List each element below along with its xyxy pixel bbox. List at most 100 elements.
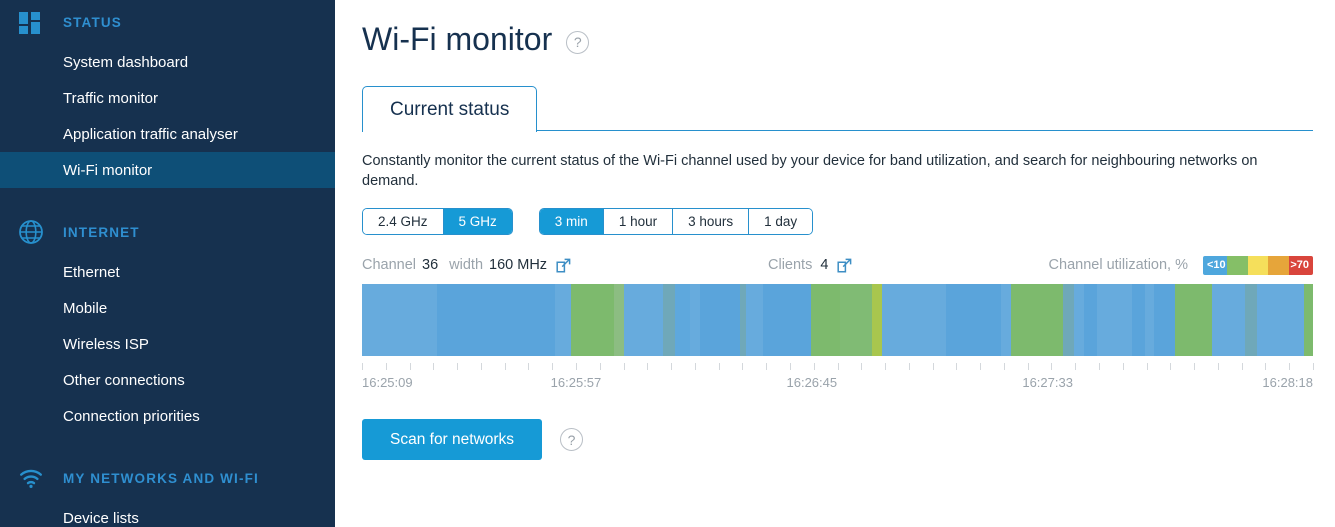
sidebar-item-system-dashboard[interactable]: System dashboard [0,44,335,80]
tab-bar: Current status [362,86,1313,132]
sidebar-item-label: Traffic monitor [63,89,159,107]
sidebar-item-label: Mobile [63,299,108,317]
tick-mark [766,363,768,370]
legend-label: Channel utilization, % [1048,257,1188,273]
utilization-legend: Channel utilization, % <10 >70 [1048,255,1313,275]
legend-segment-4 [1268,255,1289,275]
tick-mark [837,363,839,370]
tick-mark [457,363,459,370]
tab-current-status[interactable]: Current status [362,86,538,132]
legend-segment-low: <10 [1203,255,1228,275]
app-root: STATUS System dashboard Traffic monitor … [0,0,1335,527]
sidebar-item-wifi-monitor[interactable]: Wi-Fi monitor [0,152,335,188]
chart-band [689,284,700,356]
scan-row: Scan for networks ? [362,419,1313,460]
sidebar-item-label: Other connections [63,371,185,389]
band-option-5ghz[interactable]: 5 GHz [443,209,512,234]
chart-band [1010,284,1033,356]
chart-band-strip[interactable] [362,284,1313,356]
chart-band [746,284,764,356]
sidebar-item-application-traffic-analyser[interactable]: Application traffic analyser [0,116,335,152]
chart-band [1257,284,1304,356]
clients-label: Clients [768,257,813,273]
channel-external-link-icon[interactable] [556,258,571,273]
x-axis-tick-label: 16:27:33 [1022,375,1073,390]
globe-icon [18,219,44,245]
band-selector: 2.4 GHz 5 GHz [362,208,513,235]
tick-mark [1194,363,1196,370]
legend-segment-high: >70 [1288,255,1313,275]
page-header: Wi-Fi monitor ? [362,0,1313,59]
scan-help-icon[interactable]: ? [560,428,584,451]
sidebar-item-wireless-isp[interactable]: Wireless ISP [0,326,335,362]
channel-value: 36 [422,257,439,273]
chart-band [624,284,664,356]
range-option-3-min[interactable]: 3 min [539,209,604,234]
chart-band [1132,284,1146,356]
clients-external-link-icon[interactable] [837,258,852,273]
chart-band [1211,284,1246,356]
range-selector: 3 min 1 hour 3 hours 1 day [538,208,814,235]
tick-mark [1289,363,1291,370]
chart-band [872,284,882,356]
tick-mark [1099,363,1101,370]
sidebar-item-traffic-monitor[interactable]: Traffic monitor [0,80,335,116]
tick-mark [623,363,625,370]
tick-mark [671,363,673,370]
tick-mark [1146,363,1148,370]
tick-mark [647,363,649,370]
chart-band [1063,284,1075,356]
chart-band [1175,284,1212,356]
x-axis-tick-label: 16:25:09 [362,375,413,390]
range-option-1-hour[interactable]: 1 hour [603,209,674,234]
sidebar-group-title-my-networks: MY NETWORKS AND WI-FI [63,470,259,486]
chart-band [1245,284,1258,356]
chart-band [613,284,625,356]
tick-mark [885,363,887,370]
chart-x-axis-labels: 16:25:09 16:25:57 16:26:45 16:27:33 16:28:18 [362,375,1313,393]
sidebar-item-other-connections[interactable]: Other connections [0,362,335,398]
tick-mark [861,363,863,370]
sidebar-item-label: Application traffic analyser [63,125,238,143]
legend-segment-3 [1247,255,1269,275]
utilization-chart: 16:25:09 16:25:57 16:26:45 16:27:33 16:28:18 [362,284,1314,393]
main-content: Wi-Fi monitor ? Current status Constantl… [335,0,1335,527]
sidebar-group-header-status: STATUS [0,0,335,44]
tick-mark [956,363,958,370]
chart-tick-marks [362,363,1314,372]
tick-mark [433,363,435,370]
sidebar-item-device-lists[interactable]: Device lists [0,500,335,527]
sidebar-item-mobile[interactable]: Mobile [0,290,335,326]
band-option-2-4ghz[interactable]: 2.4 GHz [363,209,444,234]
page-help-icon[interactable]: ? [566,30,590,54]
chart-band [1000,284,1011,356]
chart-band [699,284,741,356]
chart-band [1145,284,1155,356]
sidebar-item-connection-priorities[interactable]: Connection priorities [0,398,335,434]
tick-mark [480,363,482,370]
tick-mark [528,363,530,370]
tick-mark [409,363,411,370]
chart-band [437,284,484,356]
sidebar-item-label: Device lists [63,509,139,527]
scan-for-networks-button[interactable]: Scan for networks [362,419,543,460]
tick-mark [1313,363,1314,370]
tick-mark [1241,363,1243,370]
tick-mark [362,363,363,370]
tick-mark [1027,363,1029,370]
tick-mark [694,363,696,370]
range-option-3-hours[interactable]: 3 hours [673,209,750,234]
sidebar-group-title-status: STATUS [63,14,122,30]
tick-mark [1122,363,1124,370]
tick-mark [599,363,601,370]
chart-band [1032,284,1064,356]
range-option-1-day[interactable]: 1 day [749,209,813,234]
wifi-icon [18,465,44,491]
tick-mark [1265,363,1267,370]
chart-band [663,284,675,356]
sidebar-item-ethernet[interactable]: Ethernet [0,254,335,290]
tick-mark [908,363,910,370]
chart-band [570,284,614,356]
sidebar-item-label: System dashboard [63,53,189,71]
chart-band [555,284,571,356]
